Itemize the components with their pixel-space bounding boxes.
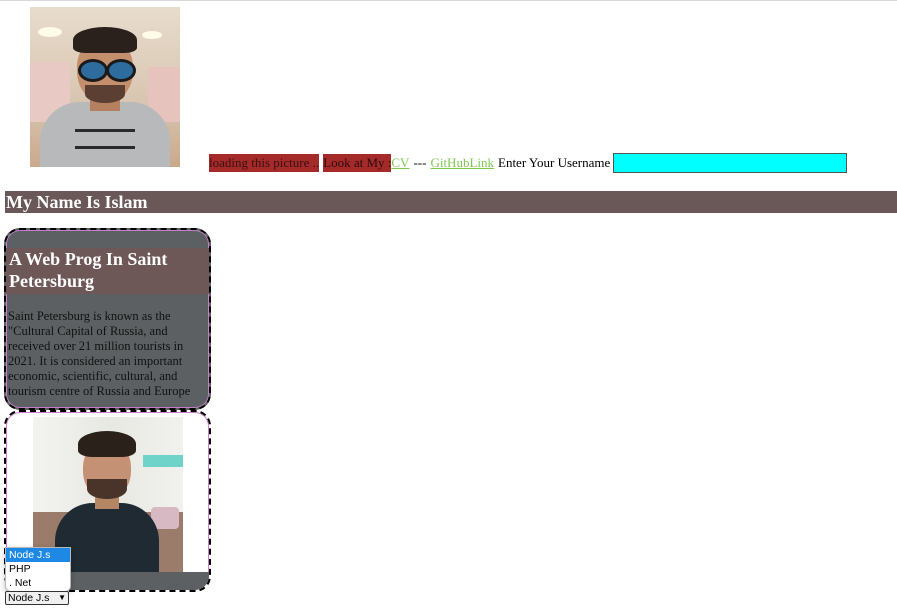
cv-link[interactable]: CV bbox=[391, 155, 409, 171]
github-link[interactable]: GitHubLink bbox=[430, 155, 494, 171]
username-input[interactable] bbox=[613, 153, 848, 173]
profile-links-row: loading this picture .. Look at My : CV … bbox=[209, 151, 848, 175]
name-header: My Name Is Islam bbox=[5, 191, 897, 213]
look-at-label: Look at My : bbox=[323, 154, 392, 172]
info-card: A Web Prog In Saint Petersburg Saint Pet… bbox=[4, 228, 211, 410]
chevron-down-icon: ▼ bbox=[58, 593, 66, 602]
dropdown-option-php[interactable]: PHP bbox=[6, 562, 70, 576]
broken-image-alt-text: loading this picture .. bbox=[209, 154, 320, 172]
tech-dropdown-list: Node J.s PHP . Net bbox=[5, 547, 71, 592]
card-heading: A Web Prog In Saint Petersburg bbox=[6, 248, 209, 294]
tech-select-value: Node J.s bbox=[8, 592, 50, 604]
separator: --- bbox=[413, 155, 427, 170]
tech-select[interactable]: Node J.s ▼ bbox=[5, 591, 69, 605]
top-divider bbox=[0, 0, 897, 1]
profile-photo bbox=[30, 7, 180, 167]
dropdown-option-dotnet[interactable]: . Net bbox=[6, 576, 70, 590]
card-paragraph: Saint Petersburg is known as the "Cultur… bbox=[8, 309, 191, 398]
dropdown-option-nodejs[interactable]: Node J.s bbox=[6, 548, 70, 562]
username-label: Enter Your Username bbox=[498, 155, 611, 170]
